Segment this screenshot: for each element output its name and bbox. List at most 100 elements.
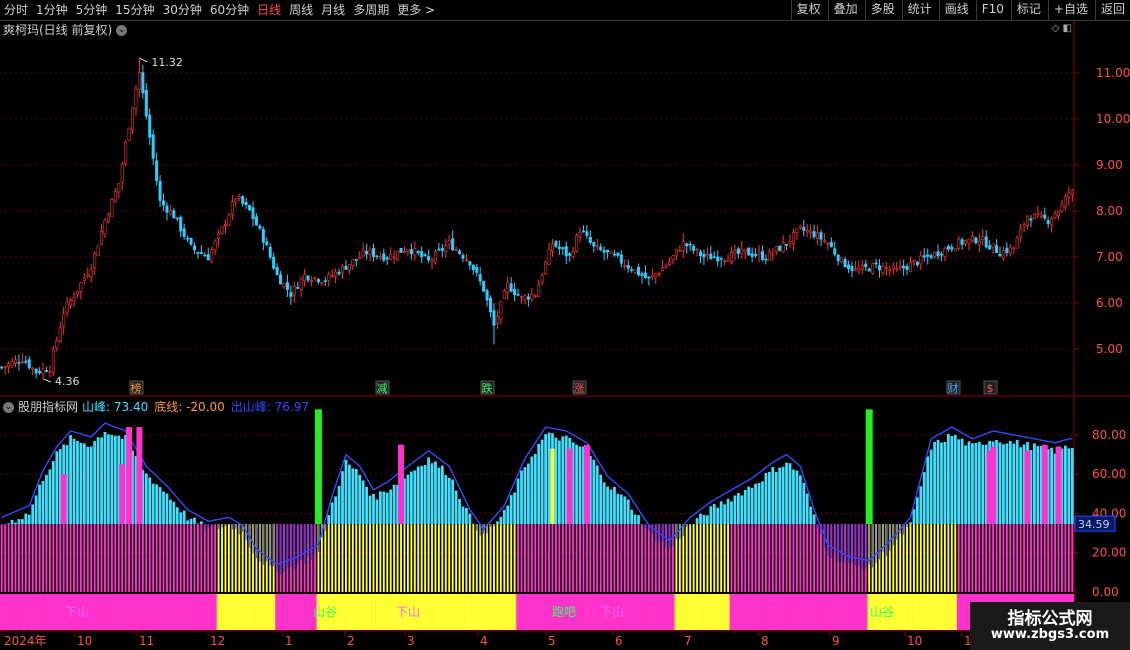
- candle-body: [716, 256, 720, 262]
- candle-body: [86, 274, 90, 277]
- candle-body: [79, 282, 83, 292]
- candle-body: [513, 289, 517, 295]
- candle-body: [330, 275, 334, 277]
- candle-body: [506, 281, 510, 293]
- candle-body: [526, 296, 530, 300]
- candle-body: [213, 240, 217, 251]
- candle-body: [988, 245, 992, 250]
- peak-signal-bar: [126, 427, 133, 525]
- candle-body: [516, 294, 520, 296]
- candle-body: [723, 260, 727, 262]
- candle-body: [427, 256, 431, 261]
- candle-body: [347, 264, 351, 271]
- candle-body: [182, 228, 186, 237]
- candle-body: [447, 240, 451, 245]
- peak-signal-bar: [398, 444, 405, 525]
- event-marker-4: 财: [948, 381, 959, 395]
- candle-body: [106, 214, 110, 222]
- candle-body: [1022, 224, 1026, 227]
- candle-body: [795, 228, 799, 233]
- candle-body: [248, 205, 252, 211]
- candle-body: [482, 280, 486, 292]
- candle-body: [1067, 192, 1071, 198]
- candle-body: [740, 248, 744, 255]
- candle-body: [809, 230, 813, 233]
- chart-canvas[interactable]: 11.0010.009.008.007.006.005.0011.324.36榜…: [0, 0, 1130, 650]
- candle-body: [802, 226, 806, 231]
- candle-body: [705, 253, 709, 256]
- candle-body: [771, 252, 775, 255]
- candle-body: [279, 274, 283, 285]
- candle-body: [537, 284, 541, 298]
- price-tick-label: 5.00: [1096, 342, 1123, 356]
- candle-body: [967, 238, 971, 244]
- candle-body: [760, 251, 764, 260]
- xaxis-label: 4: [480, 634, 488, 648]
- band-label-5: 山谷: [870, 605, 894, 619]
- candle-body: [468, 261, 472, 266]
- price-tick-label: 7.00: [1096, 250, 1123, 264]
- candle-body: [65, 302, 69, 313]
- candle-body: [351, 259, 355, 266]
- band-label-2: 下山: [396, 605, 420, 619]
- candle-body: [58, 327, 62, 343]
- candle-body: [1019, 228, 1023, 238]
- candle-body: [389, 253, 393, 260]
- candle-body: [3, 366, 7, 368]
- candle-body: [964, 240, 968, 244]
- band-label-1: 山谷: [313, 605, 337, 619]
- candle-body: [38, 370, 42, 374]
- candle-body: [750, 253, 754, 257]
- candle-body: [1029, 218, 1033, 221]
- candle-body: [485, 290, 489, 301]
- candle-body: [995, 245, 999, 253]
- candle-body: [1053, 213, 1057, 218]
- candle-body: [668, 261, 672, 265]
- candle-body: [860, 265, 864, 270]
- xaxis-label: 7: [684, 634, 692, 648]
- candle-body: [778, 245, 782, 251]
- candle-body: [464, 259, 468, 262]
- candle-body: [289, 292, 293, 297]
- xaxis-label: 10: [907, 634, 922, 648]
- band-label-4: 下山: [600, 605, 624, 619]
- candle-body: [382, 253, 386, 261]
- candle-body: [1070, 189, 1074, 194]
- xaxis-label: 6: [615, 634, 623, 648]
- candle-body: [953, 248, 957, 252]
- watermark-title: 指标公式网: [1007, 609, 1093, 629]
- candle-body: [822, 240, 826, 243]
- candle-body: [585, 231, 589, 236]
- candle-body: [609, 251, 613, 254]
- low-marker-arrow: [42, 378, 52, 383]
- candle-body: [833, 248, 837, 255]
- candle-body: [523, 295, 527, 300]
- candle-body: [729, 251, 733, 264]
- candle-body: [984, 236, 988, 248]
- candle-body: [258, 225, 262, 229]
- candle-body: [881, 265, 885, 273]
- candle-body: [922, 255, 926, 258]
- xaxis-label: 3: [407, 634, 415, 648]
- candle-body: [640, 273, 644, 276]
- candle-body: [847, 264, 851, 270]
- candle-body: [757, 252, 761, 255]
- event-marker-5: $: [987, 382, 994, 395]
- candle-body: [1005, 247, 1009, 253]
- high-marker-arrow: [139, 57, 148, 63]
- green-signal-bar: [865, 409, 873, 525]
- candle-body: [103, 219, 107, 235]
- candle-body: [110, 198, 114, 217]
- xaxis-label: 2024年: [4, 634, 47, 648]
- candle-body: [113, 191, 117, 202]
- candle-body: [929, 255, 933, 259]
- candle-body: [1036, 213, 1040, 216]
- xaxis-label: 10: [77, 634, 92, 648]
- candle-body: [606, 249, 610, 253]
- candle-body: [251, 207, 255, 220]
- candle-body: [155, 160, 159, 182]
- candle-body: [27, 359, 31, 369]
- price-tick-label: 9.00: [1096, 158, 1123, 172]
- candle-body: [867, 268, 871, 272]
- candle-body: [812, 231, 816, 238]
